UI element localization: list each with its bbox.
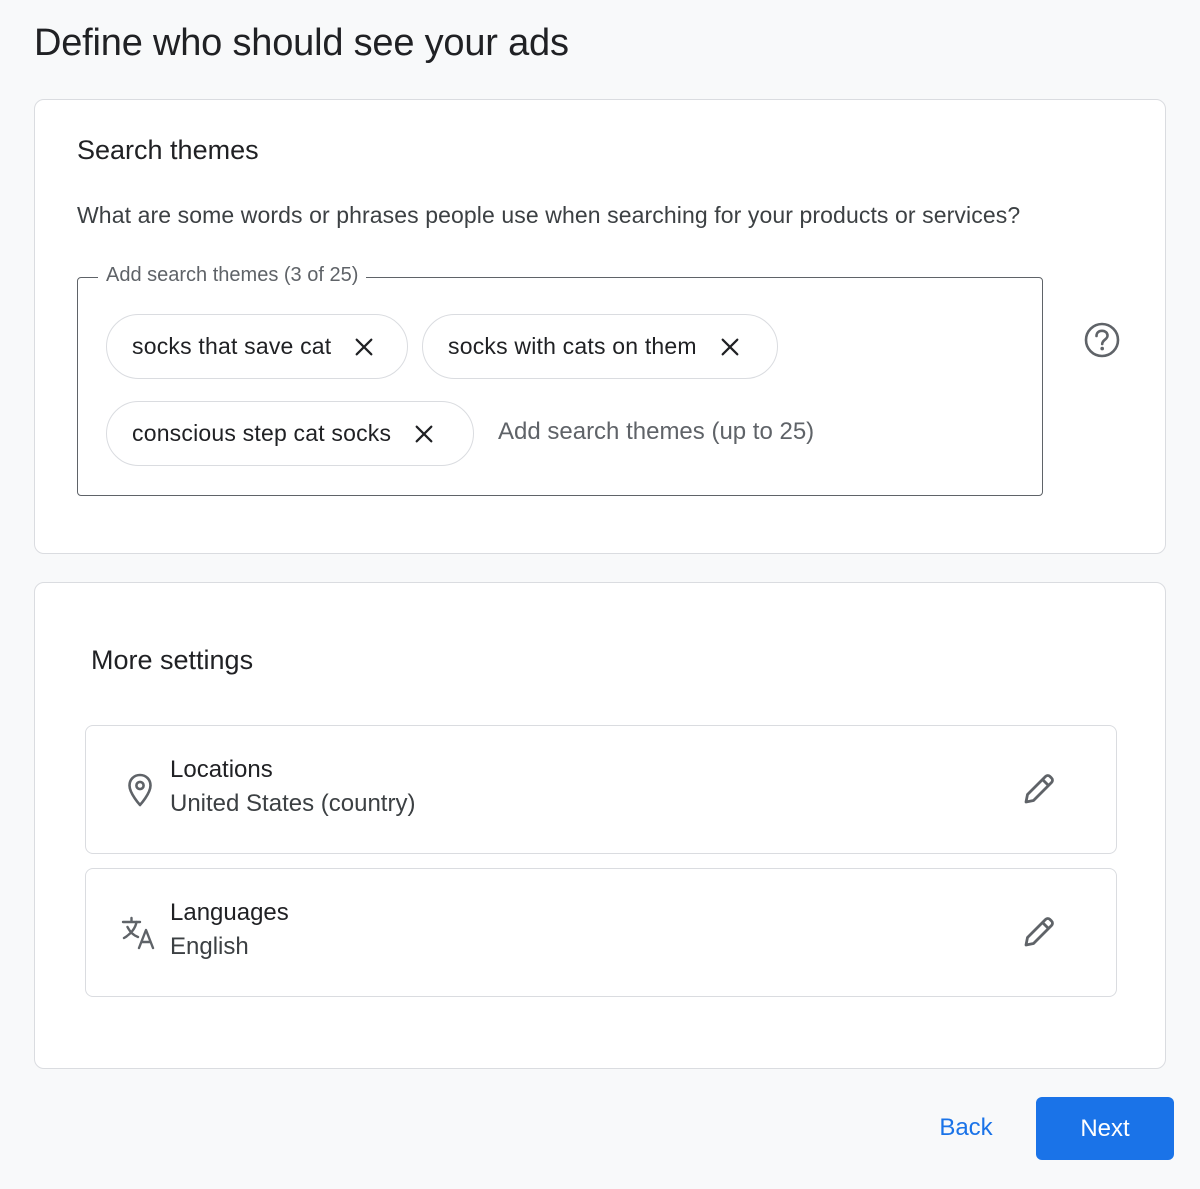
search-theme-chip: socks that save cat: [106, 314, 408, 379]
search-themes-title: Search themes: [77, 135, 259, 165]
translate-icon: [120, 913, 160, 953]
close-icon[interactable]: [411, 421, 437, 447]
search-theme-chip-label: conscious step cat socks: [132, 420, 392, 446]
search-theme-chip: socks with cats on them: [422, 314, 778, 379]
languages-value: English: [170, 933, 249, 960]
languages-row[interactable]: Languages English: [85, 868, 1117, 997]
close-icon[interactable]: [717, 334, 743, 360]
search-themes-input[interactable]: [498, 412, 1018, 452]
search-theme-chip-label: socks that save cat: [132, 333, 332, 359]
search-themes-card: Search themes What are some words or phr…: [34, 99, 1166, 554]
close-icon[interactable]: [351, 334, 377, 360]
help-circle-icon[interactable]: [1083, 321, 1121, 359]
location-pin-icon: [120, 770, 160, 810]
search-theme-chip: conscious step cat socks: [106, 401, 474, 466]
pencil-icon[interactable]: [1018, 768, 1060, 810]
locations-value: United States (country): [170, 790, 416, 817]
locations-row[interactable]: Locations United States (country): [85, 725, 1117, 854]
languages-title: Languages: [170, 899, 289, 926]
pencil-icon[interactable]: [1018, 911, 1060, 953]
more-settings-card: More settings Locations United States (c…: [34, 582, 1166, 1069]
back-button[interactable]: Back: [916, 1097, 1016, 1159]
search-theme-chip-label: socks with cats on them: [448, 333, 697, 359]
search-themes-field-label: Add search themes (3 of 25): [98, 264, 367, 287]
search-themes-field[interactable]: Add search themes (3 of 25) socks that s…: [77, 264, 1043, 496]
next-button[interactable]: Next: [1036, 1097, 1174, 1160]
page-title: Define who should see your ads: [34, 22, 569, 64]
locations-title: Locations: [170, 756, 273, 783]
search-themes-description: What are some words or phrases people us…: [77, 202, 1021, 228]
more-settings-title: More settings: [91, 645, 254, 675]
